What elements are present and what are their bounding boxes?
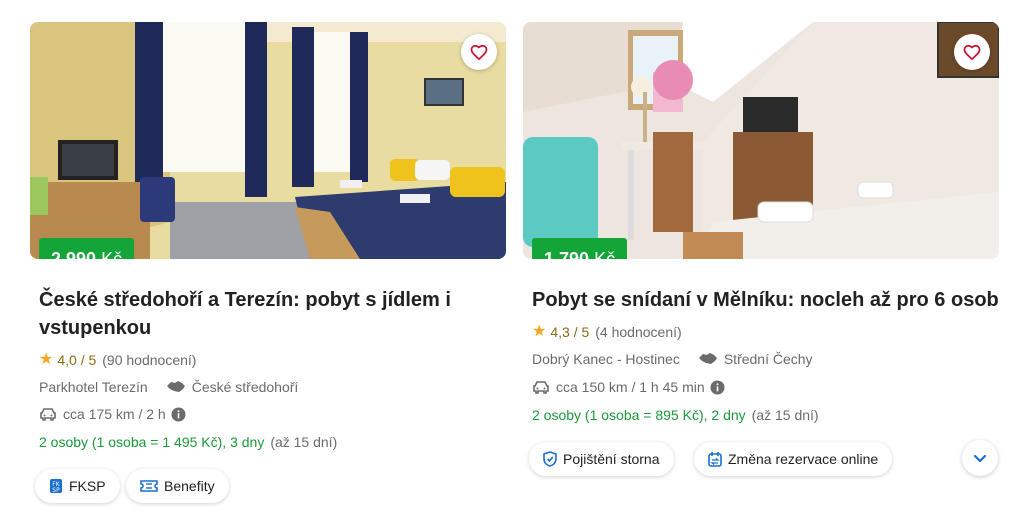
heart-icon <box>963 44 981 61</box>
czech-map-icon <box>166 380 186 394</box>
expand-button[interactable] <box>962 440 998 476</box>
price-badge: 2 990 Kč <box>39 238 135 259</box>
car-icon <box>39 407 57 421</box>
rating-row: ★ 4,0 / 5 (90 hodnocení) <box>39 350 196 370</box>
star-icon: ★ <box>532 323 547 340</box>
region-name: České středohoří <box>191 379 299 395</box>
offer-card[interactable]: 1 790 Kč Pobyt se snídaní v Mělníku: noc… <box>523 22 999 476</box>
distance-row: cca 150 km / 1 h 45 min <box>532 377 731 397</box>
offer-text: 2 osoby (1 osoba = 1 495 Kč), 3 dny <box>39 434 265 450</box>
distance-text: cca 150 km / 1 h 45 min <box>556 379 705 395</box>
star-icon: ★ <box>39 351 54 368</box>
favorite-button[interactable] <box>954 34 990 70</box>
chevron-down-icon <box>973 454 987 463</box>
review-count[interactable]: (90 hodnocení) <box>102 350 196 370</box>
info-icon[interactable] <box>171 407 186 422</box>
chip-online-rebooking[interactable]: Změna rezervace online <box>694 442 893 476</box>
chip-benefity[interactable]: Benefity <box>126 469 229 503</box>
chip-label: Změna rezervace online <box>728 451 879 467</box>
price-currency: Kč <box>101 249 123 259</box>
chip-label: Pojištění storna <box>563 451 660 467</box>
offer-card[interactable]: 2 990 Kč České středohoří a Terezín: pob… <box>30 22 506 503</box>
chip-label: Benefity <box>164 478 215 494</box>
hotel-room-photo <box>523 22 999 259</box>
rating-value: 4,3 / 5 <box>550 324 590 340</box>
distance-row: cca 175 km / 2 h <box>39 404 192 424</box>
offer-text: 2 osoby (1 osoba = 895 Kč), 2 dny <box>532 407 746 423</box>
rating-value: 4,0 / 5 <box>57 352 97 368</box>
price-badge: 1 790 Kč <box>532 238 628 259</box>
price-amount: 2 990 <box>51 249 97 259</box>
location-row: Dobrý Kanec - Hostinec Střední Čechy <box>532 349 813 369</box>
review-count[interactable]: (4 hodnocení) <box>595 322 681 342</box>
hotel-name: Dobrý Kanec - Hostinec <box>532 351 680 367</box>
price-currency: Kč <box>594 249 616 259</box>
offer-title[interactable]: České středohoří a Terezín: pobyt s jídl… <box>39 286 469 342</box>
offer-note: (až 15 dní) <box>270 434 338 450</box>
hotel-room-photo <box>30 22 506 259</box>
offer-row: 2 osoby (1 osoba = 1 495 Kč), 3 dny (až … <box>39 432 337 452</box>
offer-title[interactable]: Pobyt se snídaní v Mělníku: nocleh až pr… <box>532 286 1002 314</box>
region-name: Střední Čechy <box>723 351 813 367</box>
info-icon[interactable] <box>710 380 725 395</box>
offer-note: (až 15 dní) <box>751 407 819 423</box>
czech-map-icon <box>698 352 718 366</box>
location-row: Parkhotel Terezín České středohoří <box>39 377 298 397</box>
heart-icon <box>470 44 488 61</box>
chip-cancellation-insurance[interactable]: Pojištění storna <box>529 442 674 476</box>
insurance-icon <box>543 451 557 467</box>
fksp-icon: FK SP <box>49 478 63 494</box>
chip-label: FKSP <box>69 478 106 494</box>
calendar-swap-icon <box>708 451 722 467</box>
offer-row: 2 osoby (1 osoba = 895 Kč), 2 dny (až 15… <box>532 405 819 425</box>
offer-photo[interactable]: 1 790 Kč <box>523 22 999 259</box>
ticket-icon <box>140 479 158 493</box>
rating-row: ★ 4,3 / 5 (4 hodnocení) <box>532 322 682 342</box>
price-amount: 1 790 <box>544 249 590 259</box>
favorite-button[interactable] <box>461 34 497 70</box>
car-icon <box>532 380 550 394</box>
distance-text: cca 175 km / 2 h <box>63 406 166 422</box>
svg-text:SP: SP <box>52 487 60 494</box>
hotel-name: Parkhotel Terezín <box>39 379 148 395</box>
chip-fksp[interactable]: FK SP FKSP <box>35 469 120 503</box>
offer-photo[interactable]: 2 990 Kč <box>30 22 506 259</box>
